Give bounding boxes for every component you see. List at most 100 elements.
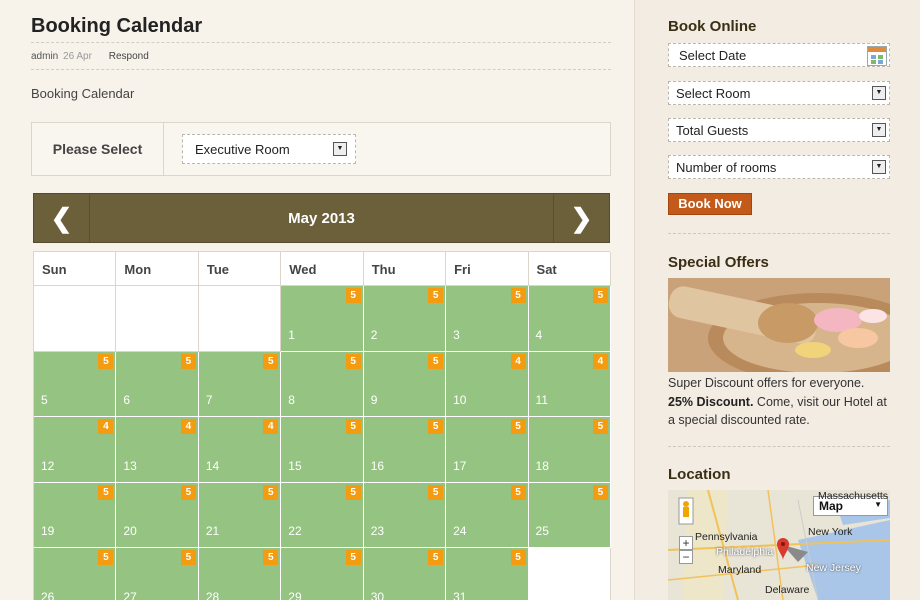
map-label-philadelphia: Philadelphia — [716, 546, 774, 558]
zoom-in-button[interactable]: + — [679, 536, 693, 550]
availability-badge: 4 — [263, 419, 279, 434]
availability-badge: 4 — [592, 353, 608, 369]
chevron-down-icon[interactable]: ▼ — [872, 160, 886, 174]
zoom-out-button[interactable]: − — [679, 550, 693, 564]
calendar-day[interactable]: 5 31 — [446, 548, 529, 600]
prev-month-button[interactable]: ❮ — [34, 194, 90, 242]
availability-badge: 5 — [428, 288, 444, 303]
sidebar-divider — [668, 446, 890, 447]
respond-link[interactable]: Respond — [109, 51, 149, 62]
weekday-header: Fri — [446, 252, 529, 286]
calendar-day[interactable]: 55 — [34, 351, 117, 417]
location-heading: Location — [668, 466, 731, 483]
availability-badge: 5 — [263, 353, 279, 369]
availability-badge: 5 — [428, 484, 444, 500]
availability-badge: 5 — [510, 484, 526, 500]
availability-badge: 5 — [345, 484, 361, 500]
calendar-day[interactable]: 59 — [363, 351, 447, 417]
chevron-down-icon[interactable]: ▼ — [333, 142, 347, 156]
calendar-day[interactable]: 5 30 — [363, 548, 447, 600]
calendar-day[interactable]: 5 21 — [198, 482, 282, 548]
sidebar: Book Online Select Date Select Room ▼ To… — [634, 0, 920, 600]
availability-badge: 5 — [345, 550, 361, 565]
calendar-empty-cell — [198, 286, 282, 352]
availability-badge: 5 — [263, 550, 279, 565]
calendar-day[interactable]: 5 27 — [116, 548, 199, 600]
calendar-day[interactable]: 5 22 — [281, 482, 364, 548]
page-title: Booking Calendar — [31, 15, 203, 37]
calendar-day[interactable]: 5 25 — [528, 482, 611, 548]
calendar-day[interactable]: 52 — [363, 286, 447, 352]
availability-badge: 5 — [592, 484, 608, 500]
chevron-down-icon[interactable]: ▼ — [872, 123, 886, 137]
day-number: 15 — [288, 458, 302, 473]
calendar-day[interactable]: 56 — [116, 351, 199, 417]
calendar-day[interactable]: 4 12 — [34, 417, 117, 483]
calendar-icon[interactable] — [867, 46, 887, 66]
day-number: 27 — [123, 589, 137, 600]
number-of-rooms-dropdown[interactable]: Number of rooms ▼ — [668, 155, 890, 179]
room-select-bar: Please Select Executive Room ▼ — [31, 122, 611, 176]
day-number: 3 — [453, 327, 460, 342]
select-room-dropdown[interactable]: Select Room ▼ — [668, 81, 890, 105]
main-content: Booking Calendar admin 26 Apr Respond Bo… — [0, 0, 634, 600]
select-room-text: Select Room — [676, 86, 751, 101]
select-date-field[interactable]: Select Date — [668, 43, 890, 67]
calendar-day[interactable]: 5 15 — [281, 417, 364, 483]
day-number: 13 — [123, 458, 137, 473]
calendar-day[interactable]: 4 14 — [198, 417, 282, 483]
book-now-button[interactable]: Book Now — [668, 193, 752, 215]
calendar-day[interactable]: 5 16 — [363, 417, 447, 483]
availability-badge: 5 — [428, 550, 444, 565]
map-label-delaware: Delaware — [765, 584, 810, 596]
calendar-day[interactable]: 4 10 — [446, 351, 529, 417]
calendar-day[interactable]: 51 — [281, 286, 364, 352]
map-label-maryland: Maryland — [718, 564, 762, 576]
calendar-month-title: May 2013 — [288, 209, 355, 227]
day-number: 4 — [535, 327, 543, 342]
day-number: 9 — [370, 393, 378, 407]
total-guests-dropdown[interactable]: Total Guests ▼ — [668, 118, 890, 142]
day-number: 22 — [288, 524, 302, 538]
availability-badge: 5 — [180, 484, 196, 500]
room-type-select[interactable]: Executive Room ▼ — [182, 134, 356, 164]
calendar-day[interactable]: 5 29 — [281, 548, 364, 600]
availability-badge: 5 — [592, 419, 608, 434]
calendar-day[interactable]: 57 — [198, 351, 282, 417]
post-author[interactable]: admin — [31, 51, 58, 62]
calendar-day[interactable]: 5 17 — [446, 417, 529, 483]
special-offer-text: Super Discount offers for everyone. 25% … — [668, 376, 887, 427]
room-type-value: Executive Room — [195, 142, 290, 157]
day-number: 11 — [535, 393, 548, 407]
availability-badge: 4 — [180, 419, 196, 434]
calendar-day[interactable]: 54 — [528, 286, 611, 352]
calendar-day[interactable]: 5 20 — [116, 482, 199, 548]
calendar-day[interactable]: 5 24 — [446, 482, 529, 548]
calendar-day[interactable]: 4 13 — [116, 417, 199, 483]
post-meta: admin 26 Apr Respond — [31, 42, 611, 70]
calendar-day[interactable]: 5 26 — [34, 548, 117, 600]
chevron-down-icon[interactable]: ▼ — [872, 86, 886, 100]
calendar-day[interactable]: 5 23 — [363, 482, 447, 548]
calendar-day[interactable]: 5 28 — [198, 548, 282, 600]
day-number: 21 — [205, 524, 220, 538]
calendar-day[interactable]: 5 18 — [528, 417, 611, 483]
day-number: 5 — [41, 393, 48, 407]
day-number: 29 — [288, 589, 302, 600]
location-map[interactable]: + − Map ▼ Massachusetts New York Pennsylv… — [668, 490, 890, 600]
calendar-header: ❮ May 2013 ❯ — [33, 193, 610, 243]
day-number: 19 — [41, 524, 55, 538]
weekday-header: Mon — [116, 252, 199, 286]
availability-badge: 5 — [98, 484, 114, 500]
day-number: 10 — [453, 393, 467, 407]
weekday-header: Tue — [198, 252, 282, 286]
availability-badge: 5 — [98, 353, 114, 369]
post-date: 26 Apr — [63, 51, 92, 62]
discount-highlight: 25% Discount. — [668, 394, 754, 409]
calendar-day[interactable]: 5 19 — [34, 482, 117, 548]
availability-badge: 5 — [510, 550, 526, 565]
calendar-day[interactable]: 53 — [446, 286, 529, 352]
next-month-button[interactable]: ❯ — [553, 194, 609, 242]
calendar-day[interactable]: 4 11 — [528, 351, 611, 417]
calendar-day[interactable]: 58 — [281, 351, 364, 417]
